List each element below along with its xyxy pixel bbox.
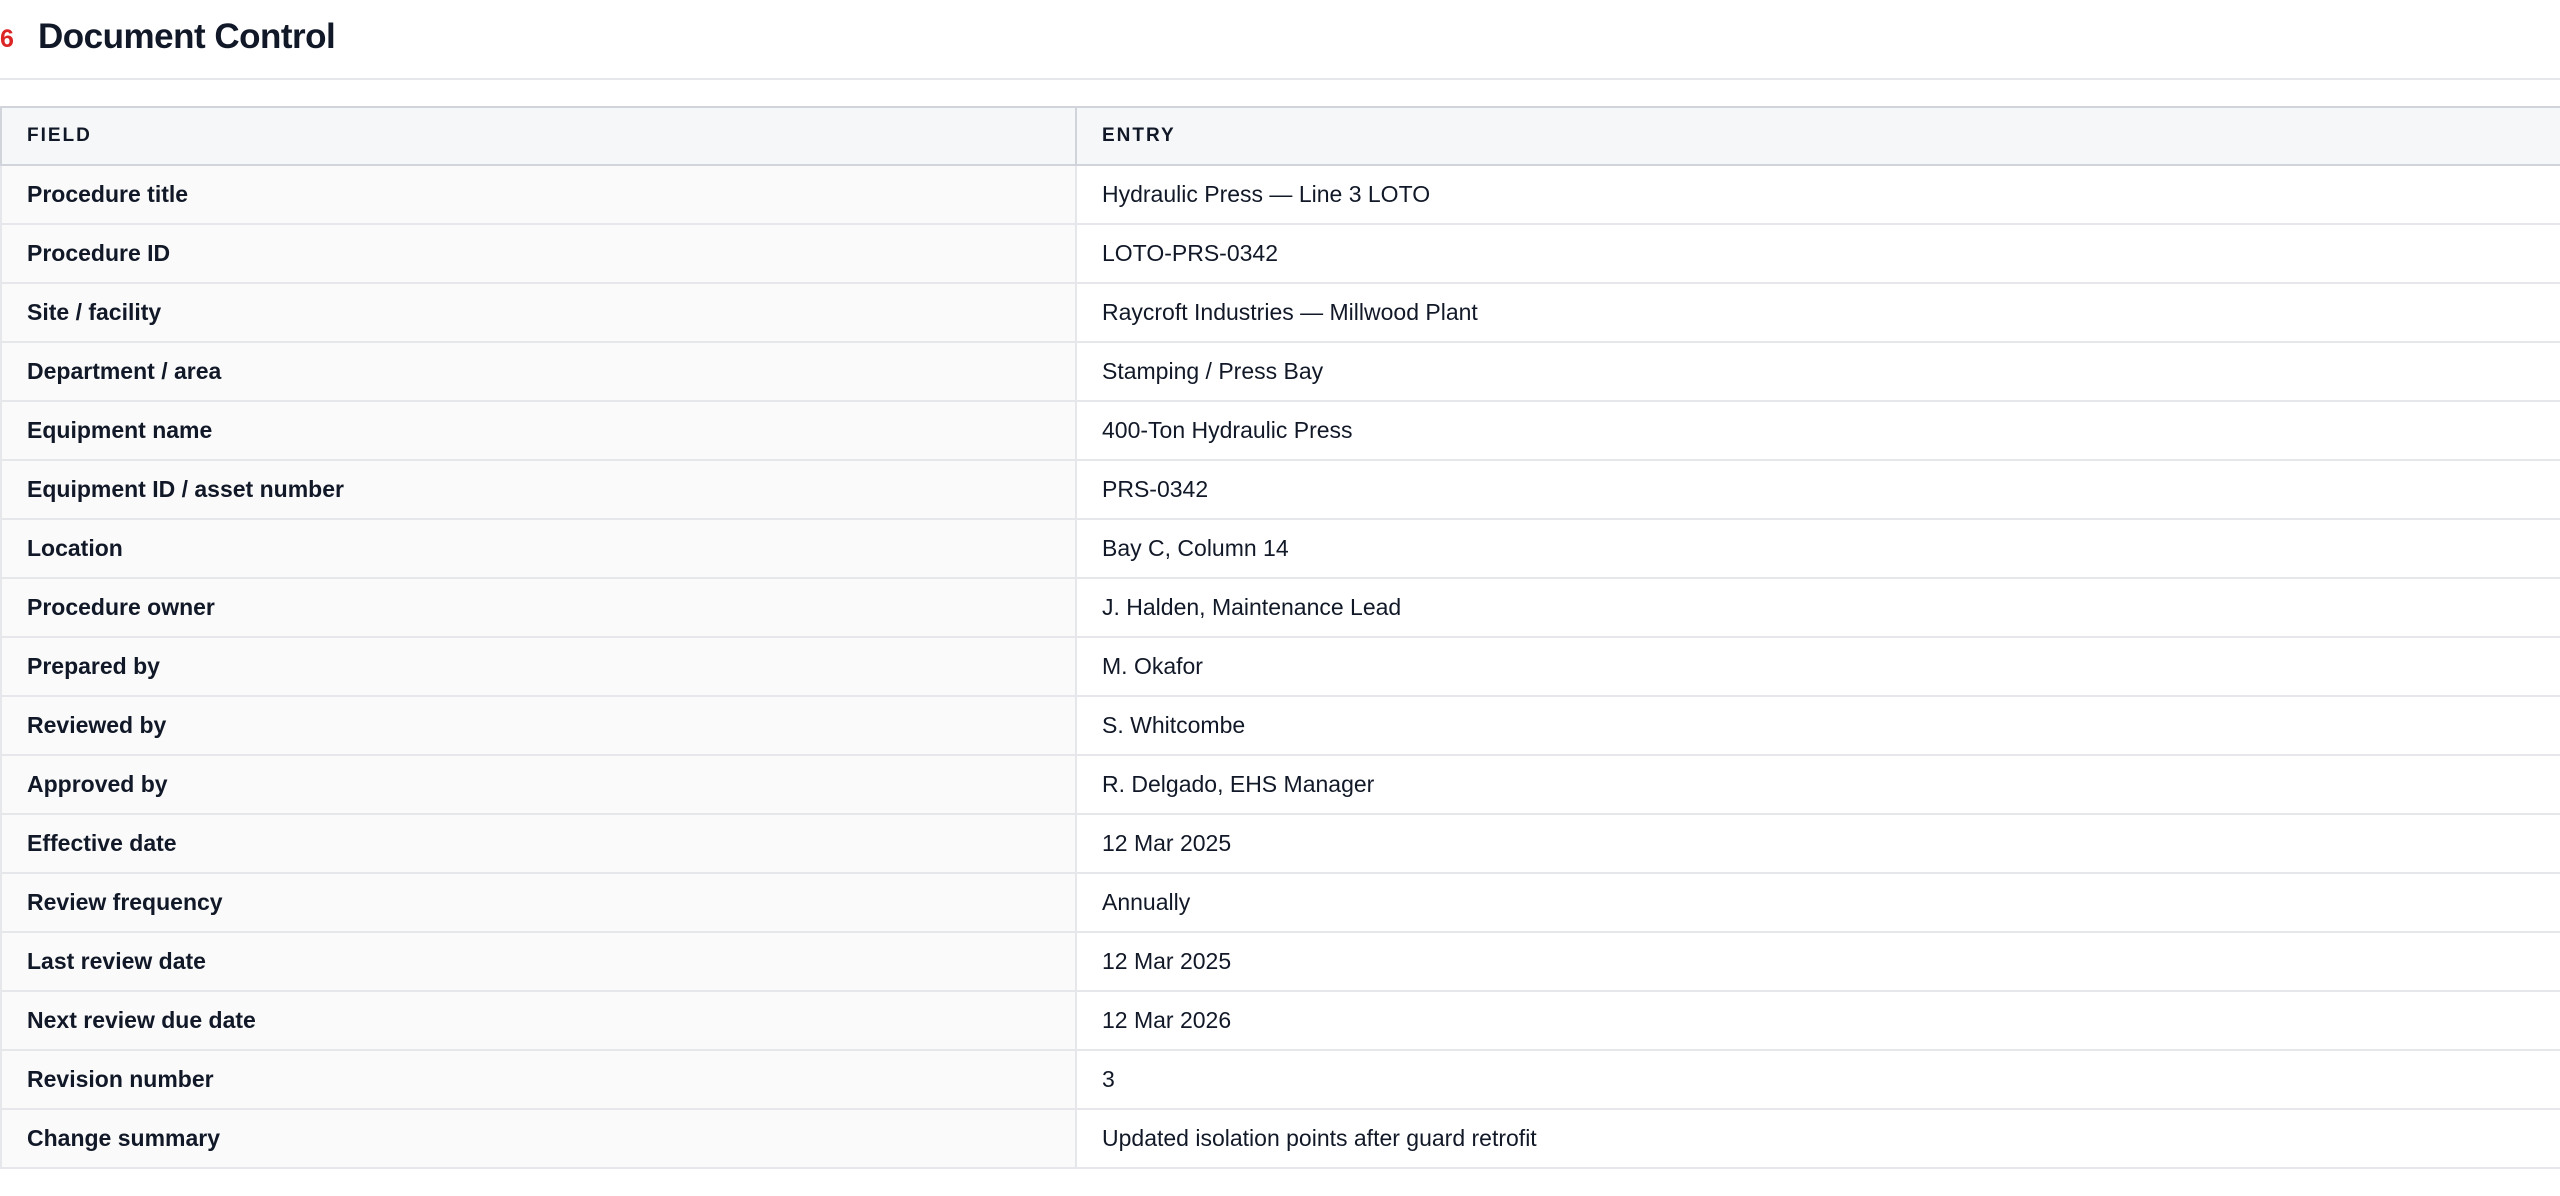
table-row: Prepared by M. Okafor — [0, 636, 2560, 697]
section-number: 6 — [0, 25, 14, 53]
entry-cell: Annually — [1075, 872, 2560, 933]
table-row: Equipment name 400-Ton Hydraulic Press — [0, 400, 2560, 461]
document-control-table: FIELD ENTRY Procedure title Hydraulic Pr… — [0, 106, 2560, 1169]
field-cell: Department / area — [0, 341, 1077, 402]
field-cell: Equipment name — [0, 400, 1077, 461]
table-row: Equipment ID / asset number PRS-0342 — [0, 459, 2560, 520]
field-cell: Location — [0, 518, 1077, 579]
column-header-entry: ENTRY — [1075, 106, 2560, 166]
table-row: Procedure owner J. Halden, Maintenance L… — [0, 577, 2560, 638]
entry-cell: 12 Mar 2025 — [1075, 813, 2560, 874]
field-cell: Equipment ID / asset number — [0, 459, 1077, 520]
field-cell: Last review date — [0, 931, 1077, 992]
table-row: Procedure title Hydraulic Press — Line 3… — [0, 164, 2560, 225]
entry-cell: J. Halden, Maintenance Lead — [1075, 577, 2560, 638]
field-cell: Reviewed by — [0, 695, 1077, 756]
table-row: Review frequency Annually — [0, 872, 2560, 933]
entry-cell: R. Delgado, EHS Manager — [1075, 754, 2560, 815]
field-cell: Revision number — [0, 1049, 1077, 1110]
field-cell: Review frequency — [0, 872, 1077, 933]
field-cell: Procedure ID — [0, 223, 1077, 284]
table-row: Effective date 12 Mar 2025 — [0, 813, 2560, 874]
entry-cell: 12 Mar 2026 — [1075, 990, 2560, 1051]
table-row: Approved by R. Delgado, EHS Manager — [0, 754, 2560, 815]
field-cell: Next review due date — [0, 990, 1077, 1051]
entry-cell: Stamping / Press Bay — [1075, 341, 2560, 402]
entry-cell: Raycroft Industries — Millwood Plant — [1075, 282, 2560, 343]
entry-cell: M. Okafor — [1075, 636, 2560, 697]
table-row: Site / facility Raycroft Industries — Mi… — [0, 282, 2560, 343]
table-row: Department / area Stamping / Press Bay — [0, 341, 2560, 402]
table-row: Location Bay C, Column 14 — [0, 518, 2560, 579]
document-control-table-container: FIELD ENTRY Procedure title Hydraulic Pr… — [0, 106, 2560, 1169]
section-title: Document Control — [38, 17, 336, 56]
field-cell: Procedure title — [0, 164, 1077, 225]
entry-cell: Bay C, Column 14 — [1075, 518, 2560, 579]
field-cell: Prepared by — [0, 636, 1077, 697]
field-cell: Site / facility — [0, 282, 1077, 343]
column-header-field: FIELD — [0, 106, 1077, 166]
field-cell: Effective date — [0, 813, 1077, 874]
table-row: Revision number 3 — [0, 1049, 2560, 1110]
entry-cell: Hydraulic Press — Line 3 LOTO — [1075, 164, 2560, 225]
table-row: Last review date 12 Mar 2025 — [0, 931, 2560, 992]
entry-cell: LOTO-PRS-0342 — [1075, 223, 2560, 284]
entry-cell: 400-Ton Hydraulic Press — [1075, 400, 2560, 461]
table-row: Next review due date 12 Mar 2026 — [0, 990, 2560, 1051]
field-cell: Procedure owner — [0, 577, 1077, 638]
table-row: Change summary Updated isolation points … — [0, 1108, 2560, 1169]
field-cell: Change summary — [0, 1108, 1077, 1169]
section-header: 6 Document Control — [0, 0, 2560, 80]
entry-cell: 12 Mar 2025 — [1075, 931, 2560, 992]
entry-cell: PRS-0342 — [1075, 459, 2560, 520]
table-row: Procedure ID LOTO-PRS-0342 — [0, 223, 2560, 284]
table-header-row: FIELD ENTRY — [0, 106, 2560, 166]
entry-cell: S. Whitcombe — [1075, 695, 2560, 756]
entry-cell: 3 — [1075, 1049, 2560, 1110]
field-cell: Approved by — [0, 754, 1077, 815]
table-row: Reviewed by S. Whitcombe — [0, 695, 2560, 756]
entry-cell: Updated isolation points after guard ret… — [1075, 1108, 2560, 1169]
